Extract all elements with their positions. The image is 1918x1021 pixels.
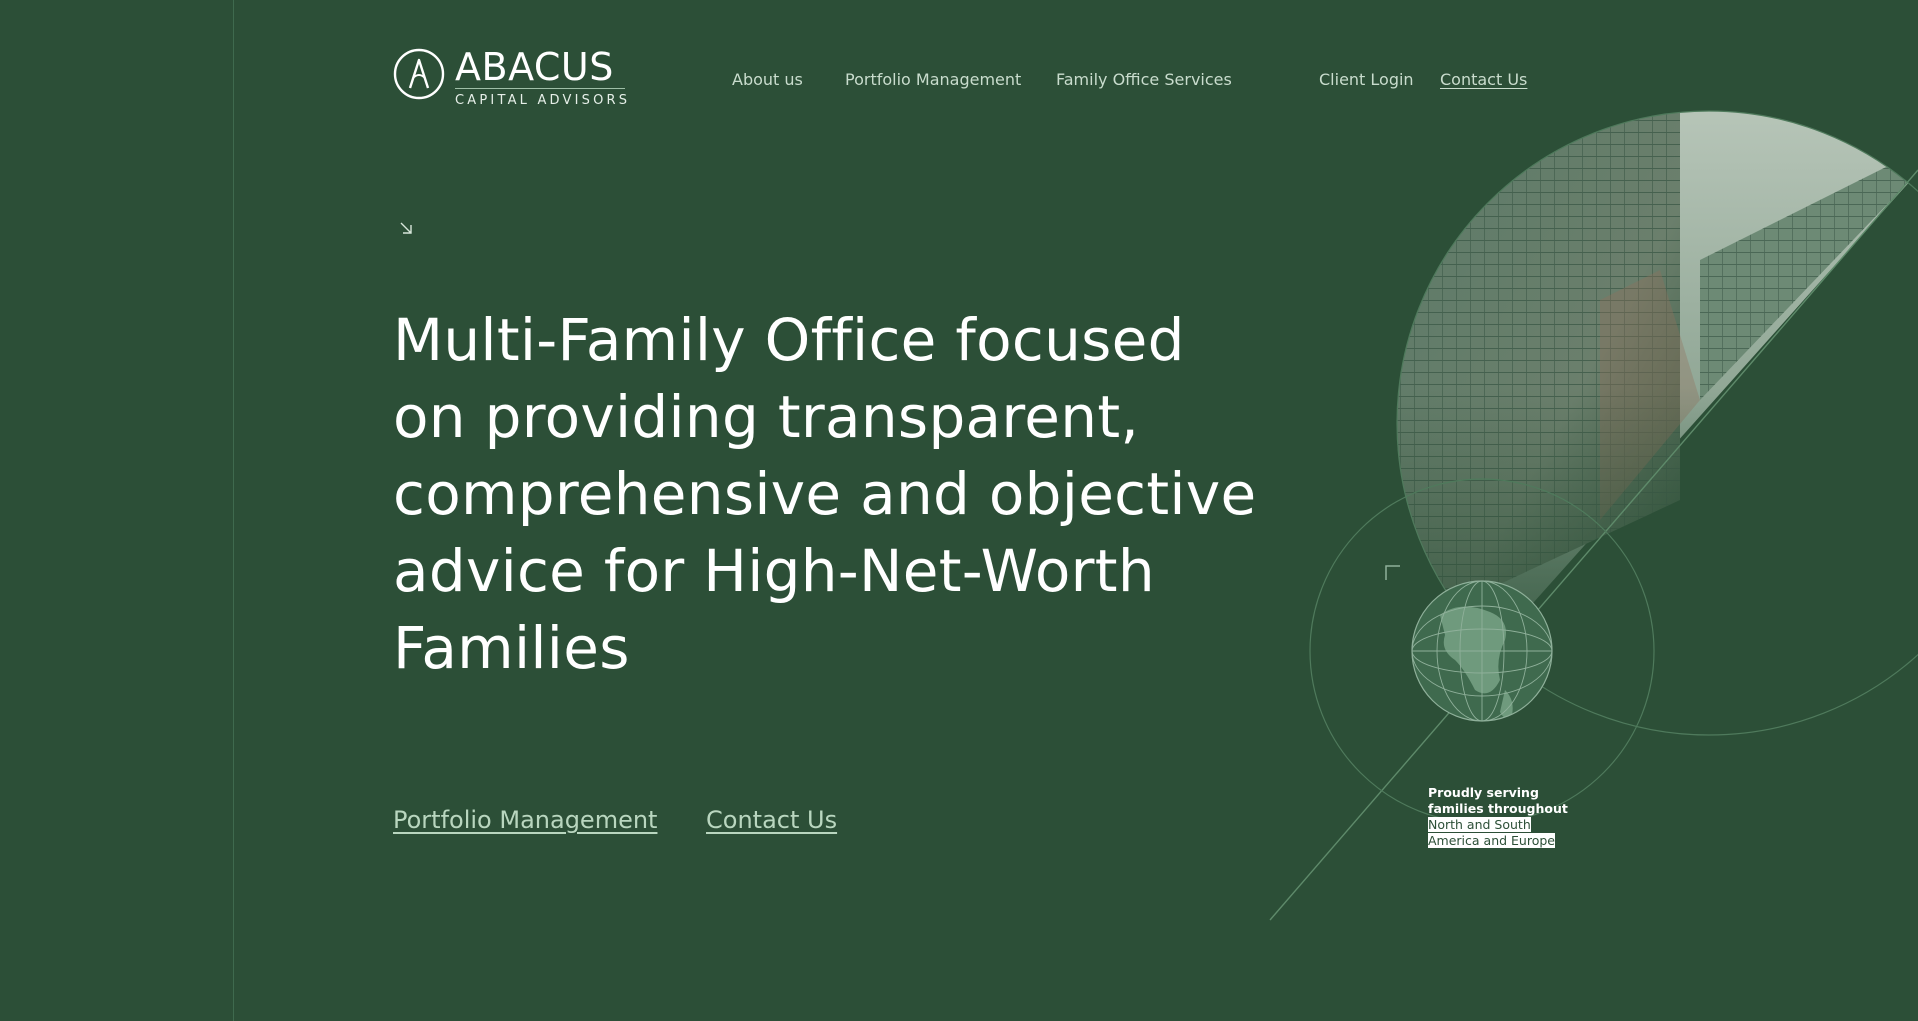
serving-line-2: families throughout	[1428, 801, 1568, 816]
brand-logo[interactable]: ABACUS CAPITAL ADVISORS	[393, 48, 630, 108]
globe-icon	[1411, 580, 1553, 722]
serving-caption: Proudly serving families throughout Nort…	[1428, 785, 1568, 849]
hero-headline: Multi-Family Office focused on providing…	[393, 306, 1257, 682]
serving-line-1: Proudly serving	[1428, 785, 1539, 800]
corner-bracket-icon	[1385, 565, 1400, 580]
nav-client-login[interactable]: Client Login	[1319, 70, 1414, 89]
arrow-down-right-icon	[400, 222, 412, 234]
serving-line-4: America and Europe	[1428, 833, 1555, 848]
cta-portfolio-management-link[interactable]: Portfolio Management	[393, 806, 657, 834]
nav-contact-us[interactable]: Contact Us	[1440, 70, 1527, 89]
page: ABACUS CAPITAL ADVISORS About us Portfol…	[0, 0, 1918, 1021]
brand-subtitle: CAPITAL ADVISORS	[455, 93, 631, 108]
serving-line-3: North and South	[1428, 817, 1531, 832]
abacus-compass-logo	[393, 48, 445, 100]
brand-name: ABACUS	[455, 48, 625, 89]
nav-family-office-services[interactable]: Family Office Services	[1056, 70, 1232, 89]
brand-text: ABACUS CAPITAL ADVISORS	[455, 48, 630, 108]
nav-portfolio-management[interactable]: Portfolio Management	[845, 70, 1021, 89]
nav-about-us[interactable]: About us	[732, 70, 803, 89]
cta-contact-us-link[interactable]: Contact Us	[706, 806, 837, 834]
